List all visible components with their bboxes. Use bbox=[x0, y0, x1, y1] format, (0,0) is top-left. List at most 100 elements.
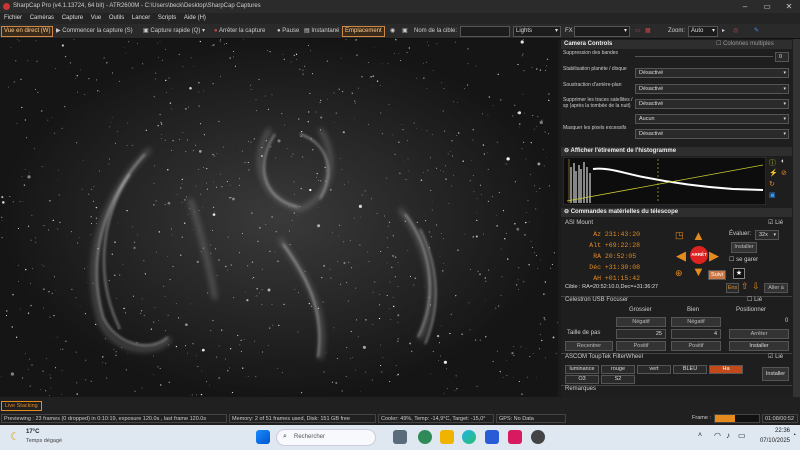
fx-select[interactable]: ▾ bbox=[574, 26, 630, 37]
crosshair-icon[interactable]: ▸ bbox=[720, 26, 727, 37]
park-toggle[interactable]: ☐ se garer bbox=[729, 257, 758, 264]
taskbar-search[interactable]: ⌕ Rechercher bbox=[276, 429, 376, 446]
image-viewport[interactable] bbox=[0, 39, 558, 397]
quick-capture-button[interactable]: ▣ Capture rapide (Q) ▾ bbox=[141, 26, 207, 37]
filter-ha-active[interactable]: Ha bbox=[709, 365, 743, 374]
filter-blue[interactable]: BLEU bbox=[673, 365, 707, 374]
auto-stretch-icon[interactable]: ⚡ bbox=[769, 169, 778, 177]
minimize-icon[interactable]: – bbox=[734, 0, 756, 13]
menu-scripts[interactable]: Scripts bbox=[158, 15, 176, 21]
stop-mount-button[interactable]: ARRÊT bbox=[690, 246, 708, 264]
histogram-header[interactable]: ⊖ Afficher l'étirement de l'histogramme bbox=[561, 147, 792, 156]
speaker-icon[interactable]: ♪ bbox=[726, 431, 730, 440]
banding-value[interactable]: 0 bbox=[775, 52, 789, 62]
notification-bell-icon[interactable]: ◔ bbox=[792, 432, 796, 439]
hot-pixel-select[interactable]: Aucun ▾ bbox=[635, 114, 789, 124]
crop-icon[interactable]: ▭ bbox=[633, 26, 643, 37]
pause-button[interactable]: ● Pause bbox=[275, 26, 301, 37]
star-icon[interactable]: ★ bbox=[733, 268, 745, 279]
overlay-icon[interactable]: ◎ bbox=[731, 26, 740, 37]
menu-file[interactable]: Fichier bbox=[4, 15, 22, 21]
close-icon[interactable]: ✕ bbox=[778, 0, 800, 13]
filter-s2[interactable]: S2 bbox=[601, 375, 635, 384]
reset-icon[interactable]: ⊘ bbox=[781, 169, 787, 177]
move-south-icon[interactable]: ▼ bbox=[692, 264, 705, 279]
move-west-icon[interactable]: ◀ bbox=[676, 248, 686, 264]
filterwheel-connected[interactable]: ☑ Lié bbox=[768, 354, 783, 361]
rate-select[interactable]: 32x ▾ bbox=[755, 230, 779, 240]
pin-icon[interactable]: ✎ bbox=[752, 26, 761, 37]
recenter-button[interactable]: Recentrer bbox=[565, 341, 613, 351]
extra-select[interactable]: Désactivé ▾ bbox=[635, 129, 789, 139]
live-stacking-tab[interactable]: Live Stacking bbox=[1, 401, 42, 411]
app-icon-pink[interactable] bbox=[508, 430, 522, 444]
battery-icon[interactable]: ▭ bbox=[738, 431, 746, 440]
refresh-icon[interactable]: ↻ bbox=[769, 180, 775, 188]
banding-slider[interactable] bbox=[635, 52, 773, 62]
mount-install-button[interactable]: Installer bbox=[731, 242, 757, 253]
chevron-up-icon[interactable]: ˄ bbox=[698, 432, 702, 439]
menu-view[interactable]: Vue bbox=[91, 15, 101, 21]
menu-launch[interactable]: Lancer bbox=[132, 15, 150, 21]
telescope-header[interactable]: ⊖ Commandes matérielles du télescope bbox=[561, 208, 792, 217]
histogram-plot[interactable] bbox=[563, 157, 766, 205]
stop-capture-button[interactable]: ● Arrêter la capture bbox=[212, 26, 267, 37]
fine-positive-button[interactable]: Positif bbox=[671, 341, 721, 351]
weather-text[interactable]: Temps dégagé bbox=[26, 438, 62, 444]
filter-red[interactable]: rouge bbox=[601, 365, 635, 374]
move-east-icon[interactable]: ▶ bbox=[709, 248, 719, 264]
multi-columns-toggle[interactable]: ☐ Colonnes multiples bbox=[716, 40, 774, 49]
weather-temp[interactable]: 17°C bbox=[26, 429, 39, 435]
satellite-select[interactable]: Désactivé ▾ bbox=[635, 99, 789, 109]
record-circle-icon[interactable]: ◉ bbox=[388, 26, 397, 37]
windows-start-icon[interactable] bbox=[256, 430, 270, 444]
menu-tools[interactable]: Outils bbox=[109, 15, 124, 21]
focuser-connected[interactable]: ☐ Lié bbox=[747, 297, 762, 304]
filter-green[interactable]: vert bbox=[637, 365, 671, 374]
stabilization-select[interactable]: Désactivé ▾ bbox=[635, 68, 789, 78]
app-icon-green[interactable] bbox=[418, 430, 432, 444]
live-view-button[interactable]: Vue en direct (W) bbox=[1, 26, 54, 37]
fine-step-input[interactable]: 4 bbox=[671, 329, 721, 339]
wifi-icon[interactable]: ◠ bbox=[714, 431, 721, 440]
filter-o3[interactable]: O3 bbox=[565, 375, 599, 384]
goto-button[interactable]: Aller à bbox=[764, 283, 788, 293]
clock-date[interactable]: 07/10/2025 bbox=[752, 438, 790, 444]
filterwheel-install-button[interactable]: Installer bbox=[762, 367, 789, 381]
start-capture-button[interactable]: ▶ Commencer la capture (S) bbox=[54, 26, 135, 37]
frame-type-select[interactable]: Lights ▾ bbox=[513, 26, 561, 37]
clock-time[interactable]: 22:36 bbox=[752, 428, 790, 434]
move-north-icon[interactable]: ▲ bbox=[692, 228, 705, 243]
menu-help[interactable]: Aide (H) bbox=[184, 15, 206, 21]
focuser-stop-button[interactable]: Arrêter bbox=[729, 329, 789, 339]
fine-negative-button[interactable]: Négatif bbox=[671, 317, 721, 327]
mount-connected[interactable]: ☑ Lié bbox=[768, 220, 783, 227]
ens-button[interactable]: Ens bbox=[726, 283, 739, 293]
filter-luminance[interactable]: luminance bbox=[565, 365, 599, 374]
spiral-search-icon[interactable]: ◳ bbox=[675, 230, 684, 241]
file-explorer-icon[interactable] bbox=[440, 430, 454, 444]
crosshair-target-icon[interactable]: ⊕ bbox=[675, 268, 683, 279]
coarse-negative-button[interactable]: Négatif bbox=[616, 317, 666, 327]
up-arrow-icon[interactable]: ⇧ bbox=[741, 281, 749, 292]
right-panel-scrollbar[interactable] bbox=[793, 39, 800, 397]
contrast-icon[interactable]: ◐ bbox=[781, 158, 785, 165]
menu-capture[interactable]: Capture bbox=[62, 15, 83, 21]
edge-browser-icon[interactable] bbox=[462, 430, 476, 444]
camera-controls-header[interactable]: Camera Controls ☐ Colonnes multiples bbox=[561, 40, 792, 49]
grid-icon[interactable]: ▦ bbox=[643, 26, 653, 37]
save-icon[interactable]: ▣ bbox=[769, 191, 776, 199]
bg-subtraction-select[interactable]: Désactivé ▾ bbox=[635, 84, 789, 94]
coarse-step-input[interactable]: 25 bbox=[616, 329, 666, 339]
sharpcap-taskbar-icon[interactable] bbox=[531, 430, 545, 444]
zoom-select[interactable]: Auto ▾ bbox=[688, 26, 718, 37]
down-arrow-icon[interactable]: ⇩ bbox=[752, 281, 760, 292]
coarse-positive-button[interactable]: Positif bbox=[616, 341, 666, 351]
snapshot-button[interactable]: ▤ Instantané bbox=[302, 26, 341, 37]
tracking-button[interactable]: Suivi bbox=[708, 270, 726, 280]
target-name-input[interactable] bbox=[460, 26, 510, 37]
info-icon[interactable]: ⓘ bbox=[769, 158, 776, 168]
maximize-icon[interactable]: ▭ bbox=[756, 0, 778, 13]
app-icon-blue[interactable] bbox=[485, 430, 499, 444]
location-button[interactable]: Emplacement bbox=[342, 26, 385, 37]
